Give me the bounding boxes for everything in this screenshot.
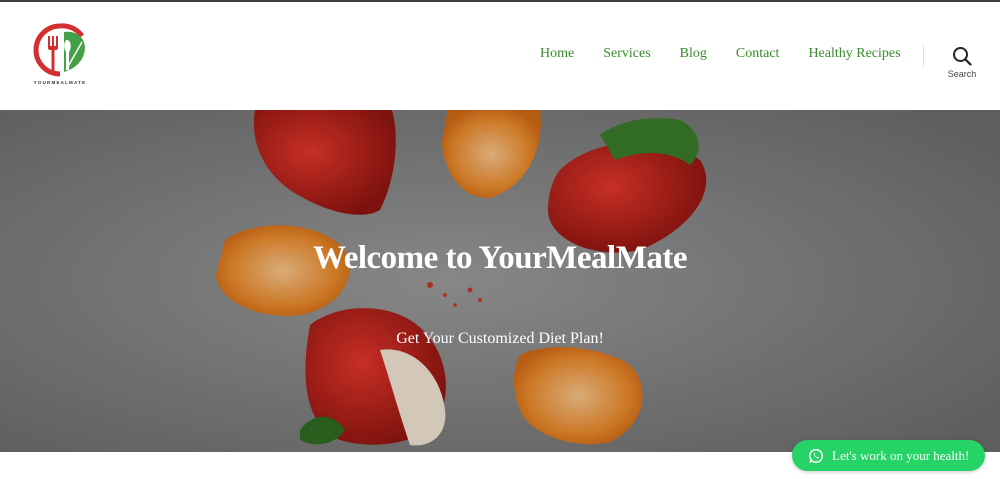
hero-subtitle: Get Your Customized Diet Plan!: [396, 330, 604, 347]
hero-banner: Welcome to YourMealMate Get Your Customi…: [0, 110, 1000, 452]
nav-services[interactable]: Services: [603, 46, 650, 62]
site-logo[interactable]: YOURMEALMATE: [30, 22, 90, 90]
logo-text: YOURMEALMATE: [33, 80, 87, 85]
search-icon: [953, 47, 972, 66]
nav-healthy-recipes[interactable]: Healthy Recipes: [808, 46, 900, 62]
nav-divider: [923, 45, 924, 67]
logo-icon: [33, 23, 85, 77]
search-label: Search: [947, 69, 977, 79]
whatsapp-label: Let's work on your health!: [832, 447, 970, 463]
hero-overlay: [0, 110, 1000, 452]
nav-home[interactable]: Home: [540, 46, 574, 62]
nav-contact[interactable]: Contact: [736, 46, 780, 62]
site-header: YOURMEALMATE Home Services Blog Contact …: [0, 2, 1000, 110]
whatsapp-icon: [808, 448, 824, 463]
whatsapp-chat-button[interactable]: Let's work on your health!: [792, 440, 985, 471]
main-nav: Home Services Blog Contact Healthy Recip…: [540, 46, 901, 62]
hero-title: Welcome to YourMealMate: [313, 240, 687, 276]
nav-blog[interactable]: Blog: [680, 46, 707, 62]
search-button[interactable]: Search: [940, 46, 984, 86]
